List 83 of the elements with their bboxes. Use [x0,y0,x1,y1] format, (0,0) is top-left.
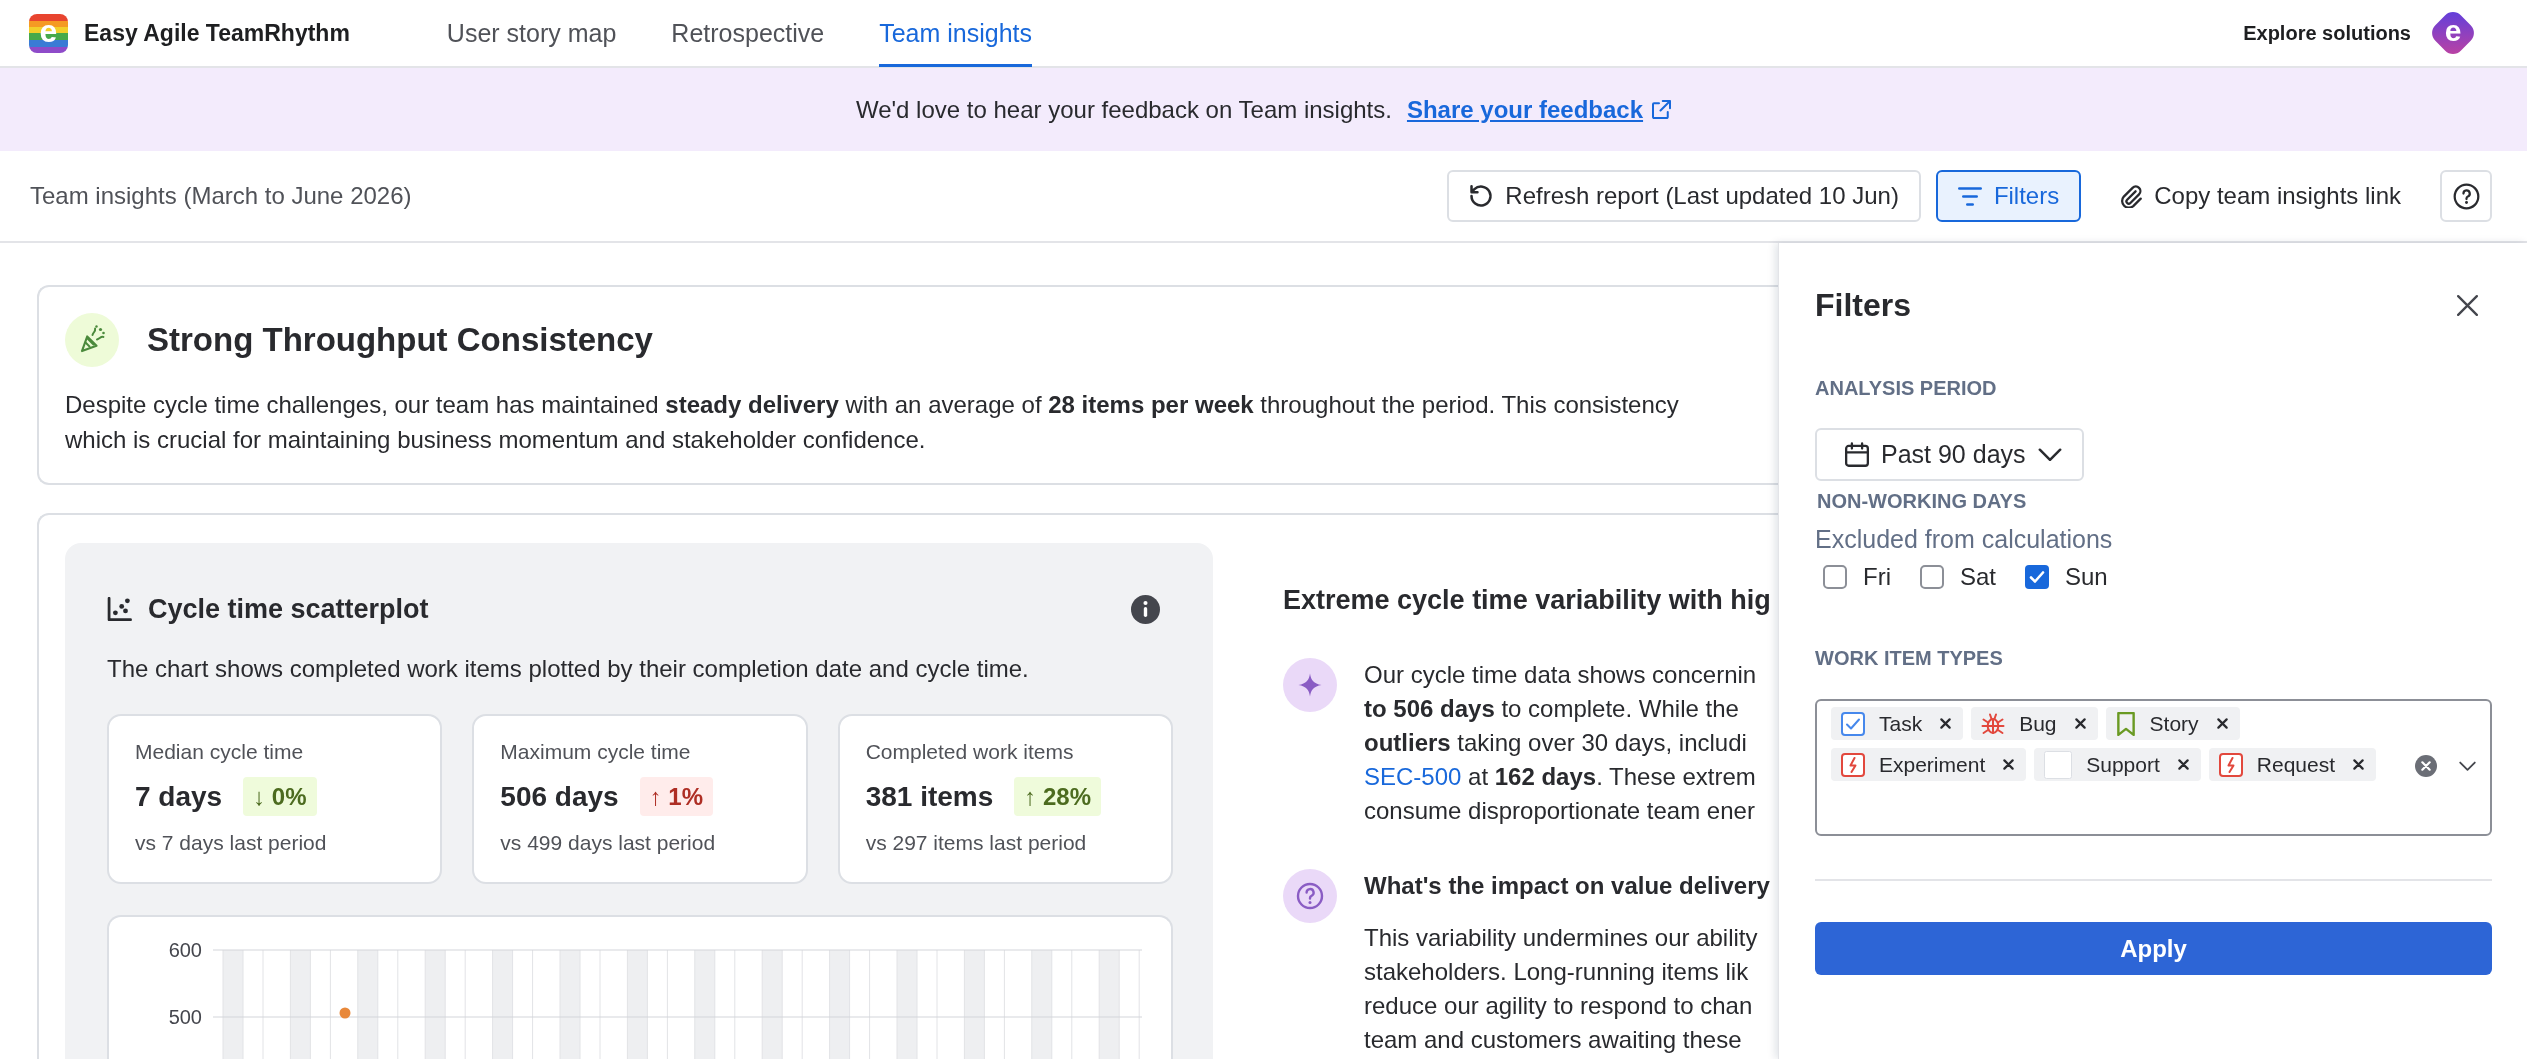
insight-text: Our cycle time data shows concernin to 506 days to complete. While the outliers taking over 30 days, includi SEC-500 at 162 days. These extrem consume disproportionate team ener [1364,660,1757,826]
lightning-icon [2218,752,2243,777]
chevron-down-icon[interactable] [2459,761,2476,771]
axis-label: 600 [168,939,202,961]
bookmark-icon [2115,711,2136,736]
paperclip-icon [2120,184,2143,208]
filters-button[interactable]: Filters [1935,170,2082,222]
sparkle-icon [1283,658,1337,712]
chart-title: Cycle time scatterplot [148,593,429,625]
issue-link[interactable]: SEC-500 [1364,763,1462,790]
page-title: Team insights (March to June 2026) [30,182,412,210]
calendar-icon [1845,442,1869,467]
change-badge: ↑ 28% [1014,777,1101,816]
remove-icon[interactable] [2003,759,2015,770]
refresh-report-button[interactable]: Refresh report (Last updated 10 Jun) [1447,170,1921,222]
tag-label: Support [2086,752,2160,777]
change-badge: ↑ 1% [639,777,713,816]
help-icon [2452,182,2480,210]
product-name: Easy Agile TeamRhythm [84,19,350,47]
explore-solutions-link[interactable]: Explore solutions [2243,21,2411,45]
chevron-down-icon [2037,448,2062,461]
tag-label: Request [2256,752,2335,777]
refresh-icon [1469,184,1494,208]
tag-label: Bug [2019,711,2057,736]
stat-comparison: vs 499 days last period [500,830,717,856]
stat-comparison: vs 7 days last period [135,830,328,856]
question-icon [1283,869,1337,923]
checkbox[interactable] [2025,565,2049,589]
lightning-icon [1841,752,1865,777]
stat-label: Maximum cycle time [500,739,692,765]
apply-button[interactable]: Apply [1815,922,2492,975]
help-button[interactable] [2440,170,2492,222]
remove-icon[interactable] [2177,759,2189,770]
checkbox-label: Sat [1960,563,1996,591]
blank-square-icon [2044,750,2073,779]
multi-select-field[interactable]: Task Bug Story Experiment Support Request [1815,699,2492,836]
checkbox-label: Sun [2065,563,2108,591]
section-label: WORK ITEM TYPES [1815,646,2003,670]
period-dropdown[interactable]: Past 90 days [1815,428,2084,481]
bug-icon [1981,711,2006,736]
scatter-plot-icon [107,597,132,621]
feedback-link[interactable]: Share your feedback [1406,95,1644,124]
stat-value: 381 items [865,779,994,814]
section-hint: Excluded from calculations [1815,524,2113,554]
stat-value: 506 days [500,779,619,814]
nav-tab[interactable]: Retrospective [671,0,825,67]
remove-icon[interactable] [2216,718,2228,729]
avatar-logo[interactable]: e [2428,8,2478,58]
insight-text: This variability undermines our ability stakeholders. Long-running items lik reduce our agility to respond to chan team and customers awaiting these [1364,923,1758,1055]
close-icon[interactable] [2457,294,2478,316]
checkbox[interactable] [1823,565,1847,589]
section-label: ANALYSIS PERIOD [1815,376,1997,400]
stat-comparison: vs 297 items last period [865,830,1088,856]
stat-label: Median cycle time [135,739,305,765]
stat-label: Completed work items [865,739,1075,765]
remove-icon[interactable] [2074,718,2086,729]
chart-description: The chart shows completed work items plotted by their completion date and cycle time. [107,654,1030,684]
section-label: NON-WORKING DAYS [1817,489,2027,513]
checkbox[interactable] [1920,565,1944,589]
tag-label: Task [1879,711,1923,736]
party-popper-icon [65,313,119,367]
highlight-text: Despite cycle time challenges, our team has maintained steady delivery with an average of 28 items per week throughout the period. This consistency which is crucial for maintaining business momentum and stakeholder confidence. [65,390,1679,455]
banner-message: We'd love to hear your feedback on Team insights. [855,95,1392,124]
info-icon[interactable] [1131,594,1160,624]
remove-icon[interactable] [1940,718,1952,729]
nav-tab[interactable]: User story map [446,0,617,67]
copy-link-button[interactable]: Copy team insights link [2096,170,2425,222]
insight-heading: What's the impact on value delivery [1364,871,1770,901]
filter-icon [1957,186,1982,206]
checkbox-label: Fri [1863,563,1891,591]
change-badge: ↓ 0% [243,777,317,816]
checked-square-icon [1841,711,1865,736]
panel-title: Filters [1815,286,1912,325]
scatter-point [339,1007,351,1019]
highlight-title: Strong Throughput Consistency [147,321,653,359]
external-link-icon[interactable] [1652,100,1672,119]
axis-label: 500 [168,1006,202,1028]
tag-label: Experiment [1879,752,1986,777]
remove-icon[interactable] [2353,759,2364,770]
analysis-title: Extreme cycle time variability with hig [1283,584,1772,617]
stat-value: 7 days [135,779,223,814]
clear-icon[interactable] [2415,755,2437,777]
tag-label: Story [2149,711,2199,736]
